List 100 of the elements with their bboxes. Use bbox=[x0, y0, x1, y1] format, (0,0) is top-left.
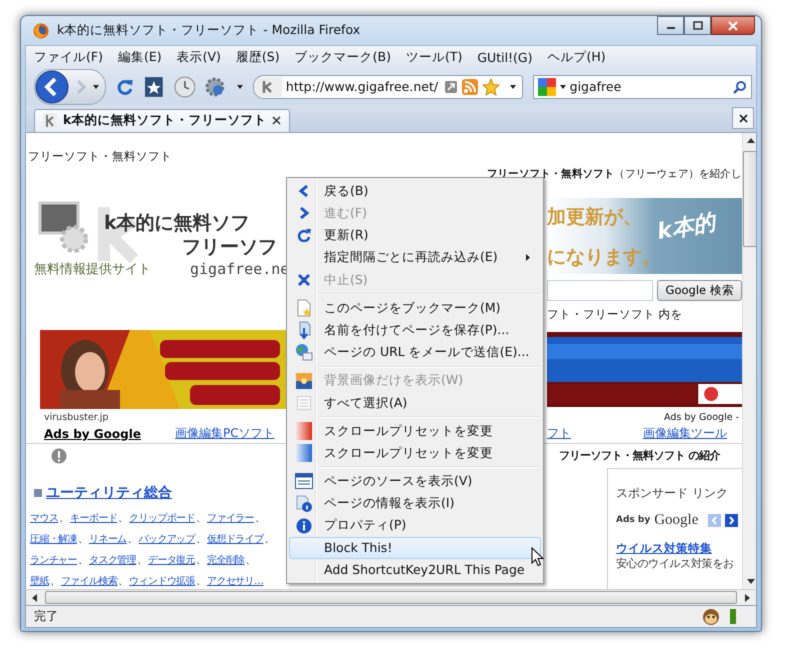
text-link[interactable]: ウィンドウ拡張 bbox=[129, 574, 196, 588]
scroll-left-icon[interactable] bbox=[32, 594, 37, 602]
back-icon bbox=[298, 184, 310, 198]
category-link[interactable]: ユーティリティ総合 bbox=[46, 484, 172, 502]
close-icon bbox=[738, 114, 748, 123]
context-menu-item[interactable]: 戻る(B) bbox=[289, 180, 541, 202]
horizontal-scrollbar[interactable] bbox=[25, 589, 757, 606]
window-title: k本的に無料ソフト・フリーソフト - Mozilla Firefox bbox=[57, 22, 362, 39]
scroll-up-icon[interactable] bbox=[746, 138, 754, 143]
caret-icon[interactable] bbox=[237, 84, 243, 89]
text-link[interactable]: マウス bbox=[30, 511, 58, 526]
address-bar[interactable]: http://www.gigafree.net/ bbox=[252, 74, 523, 99]
search-icon[interactable] bbox=[733, 80, 748, 94]
caret-icon[interactable] bbox=[510, 84, 516, 89]
separator-text: 、 bbox=[264, 533, 274, 546]
text-link[interactable]: バックアップ bbox=[138, 532, 196, 546]
menu-item[interactable]: GUtil!(G) bbox=[477, 50, 532, 65]
context-menu-item[interactable]: 更新(R) bbox=[289, 224, 541, 247]
separator-text: 、 bbox=[118, 575, 128, 588]
text-link[interactable]: ファイル検索 bbox=[60, 574, 118, 588]
menu-item[interactable]: 表示(V) bbox=[176, 48, 221, 66]
separator-text: 、 bbox=[196, 533, 206, 546]
separator-text: 、 bbox=[196, 554, 206, 568]
context-menu-item[interactable]: スクロールプリセットを変更 bbox=[289, 420, 541, 442]
menu-item[interactable]: ヘルプ(H) bbox=[548, 48, 606, 66]
back-button[interactable] bbox=[35, 70, 69, 104]
text-link[interactable]: 壁紙 bbox=[30, 574, 49, 588]
separator-text: 、 bbox=[255, 512, 266, 526]
sponsor-link[interactable]: ウイルス対策特集 bbox=[616, 540, 742, 556]
close-tab-button[interactable] bbox=[732, 107, 754, 130]
gradient-swatch-icon bbox=[296, 422, 312, 440]
text-link[interactable]: 仮想ドライブ bbox=[207, 532, 264, 546]
stop-icon bbox=[297, 272, 311, 287]
context-menu-item[interactable]: ページの URL をメールで送信(E)... bbox=[289, 341, 541, 364]
separator-text: 、 bbox=[196, 512, 206, 526]
next-icon[interactable] bbox=[725, 514, 738, 527]
context-menu-item[interactable]: 指定間隔ごとに再読み込み(E) bbox=[289, 246, 541, 269]
scroll-right-icon[interactable] bbox=[745, 594, 750, 602]
menu-item[interactable]: ツール(T) bbox=[406, 48, 462, 66]
text-link[interactable]: 画像編集ツール bbox=[643, 425, 727, 442]
go-icon[interactable] bbox=[444, 80, 458, 94]
text-link[interactable]: 完全削除 bbox=[207, 553, 245, 568]
caret-icon[interactable] bbox=[93, 84, 99, 89]
minimize-button[interactable] bbox=[657, 16, 684, 35]
maximize-button[interactable] bbox=[684, 16, 711, 35]
ads-by-label: Ads by bbox=[616, 515, 650, 526]
menu-item[interactable]: 履歴(S) bbox=[236, 48, 280, 66]
search-field[interactable]: gigafree bbox=[532, 74, 752, 99]
google-search-button[interactable]: Google 検索 bbox=[657, 280, 742, 301]
monkey-icon[interactable] bbox=[702, 608, 720, 626]
google-icon[interactable] bbox=[538, 78, 556, 96]
context-menu-item[interactable]: すべて選択(A) bbox=[289, 392, 541, 414]
separator-text: 、 bbox=[59, 512, 70, 526]
context-menu-item[interactable]: Block This! bbox=[289, 536, 541, 559]
separator-text: 、 bbox=[78, 533, 88, 546]
scroll-thumb[interactable] bbox=[743, 150, 756, 247]
clock-icon[interactable] bbox=[174, 76, 196, 98]
vertical-scrollbar[interactable] bbox=[742, 132, 756, 590]
text-link[interactable]: データ復元 bbox=[148, 553, 196, 568]
reload-icon[interactable] bbox=[116, 78, 134, 96]
gear-icon[interactable] bbox=[205, 76, 227, 98]
close-button[interactable] bbox=[711, 16, 755, 35]
context-menu-item[interactable]: ページの情報を表示(I) bbox=[289, 492, 541, 515]
context-menu-item[interactable]: 名前を付けてページを保存(P)... bbox=[289, 319, 541, 342]
text-link[interactable]: キーボード bbox=[70, 511, 118, 526]
text-link[interactable]: 画像編集PCソフト bbox=[174, 425, 275, 442]
browser-tab[interactable]: k本的に無料ソフト・フリーソフト bbox=[34, 108, 290, 132]
site-logo[interactable]: k本的に無料ソフ フリーソフ 無料情報提供サイト gigafree.ne bbox=[26, 192, 288, 292]
context-menu-item[interactable]: ページのソースを表示(V) bbox=[289, 470, 541, 492]
text-link[interactable]: ランチャー bbox=[30, 553, 78, 568]
text-link[interactable]: フト bbox=[547, 425, 571, 442]
text-link[interactable]: タスク管理 bbox=[89, 553, 136, 568]
menu-item[interactable]: ファイル(F) bbox=[34, 48, 103, 66]
close-icon[interactable] bbox=[272, 116, 282, 126]
text-link[interactable]: 圧縮・解凍 bbox=[30, 532, 78, 546]
text-link[interactable]: アクセサリ… bbox=[207, 574, 264, 588]
maximize-icon bbox=[692, 21, 702, 30]
separator-text: 、 bbox=[137, 554, 148, 568]
scroll-thumb[interactable] bbox=[45, 591, 737, 604]
firefox-icon bbox=[33, 22, 49, 38]
ads-link[interactable]: Ads by Google bbox=[26, 426, 141, 441]
context-menu-item[interactable]: スクロールプリセットを変更 bbox=[289, 442, 541, 464]
separator-text: 、 bbox=[78, 554, 88, 568]
menu-item[interactable]: ブックマーク(B) bbox=[294, 48, 391, 66]
info-icon bbox=[296, 518, 312, 534]
site-icon bbox=[43, 112, 57, 129]
caret-icon[interactable] bbox=[560, 84, 566, 89]
mouse-cursor-icon bbox=[531, 547, 544, 567]
text-link[interactable]: クリップボード bbox=[129, 511, 196, 526]
ad-source-text: virusbuster.jp bbox=[43, 412, 110, 425]
search-input[interactable] bbox=[547, 280, 654, 301]
star-icon[interactable] bbox=[482, 78, 500, 96]
text-link[interactable]: ファイラー bbox=[207, 511, 254, 526]
text-link[interactable]: リネーム bbox=[89, 532, 127, 546]
context-menu-item[interactable]: Add ShortcutKey2URL This Page bbox=[289, 559, 541, 582]
context-menu-item[interactable]: プロパティ(P) bbox=[289, 514, 541, 537]
context-menu-item[interactable]: このページをブックマーク(M) bbox=[289, 296, 541, 320]
menu-item[interactable]: 編集(E) bbox=[118, 48, 162, 66]
scroll-down-icon[interactable] bbox=[746, 579, 754, 584]
site-heading: フリーソフト・無料ソフト bbox=[27, 148, 172, 164]
